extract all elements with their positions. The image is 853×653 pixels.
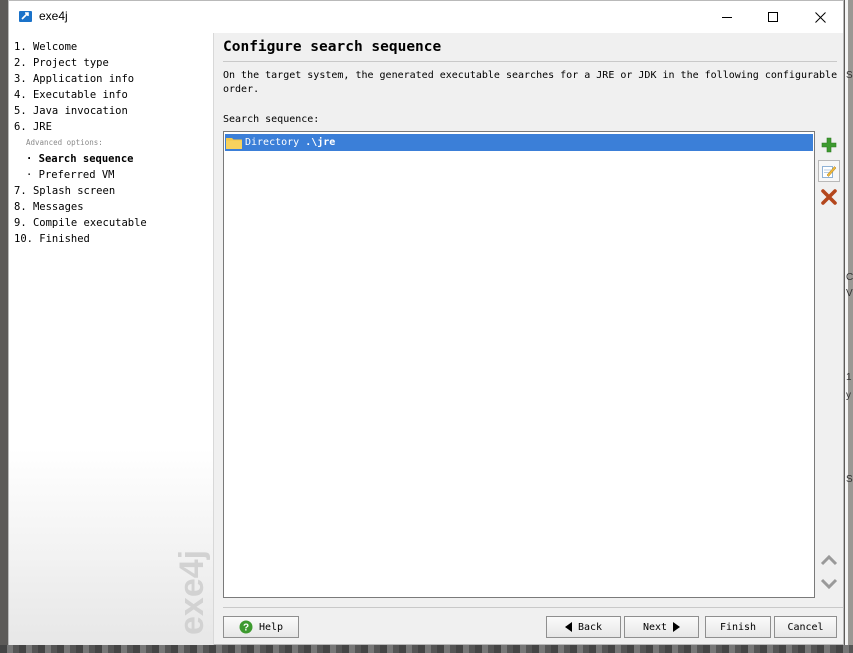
desktop-text: y <box>846 390 851 401</box>
steps-sidebar: 1. Welcome 2. Project type 3. Applicatio… <box>9 33 213 645</box>
wizard-window: exe4j 1. Welcome 2. Project type 3. Appl… <box>8 0 844 645</box>
step-jre[interactable]: 6. JRE <box>14 119 147 135</box>
entry-type: Directory <box>245 137 300 148</box>
step-finished[interactable]: 10. Finished <box>14 231 147 247</box>
minimize-button[interactable] <box>704 1 750 33</box>
close-button[interactable] <box>797 1 843 33</box>
exe4j-watermark: exe4j <box>173 550 211 635</box>
step-messages[interactable]: 8. Messages <box>14 199 147 215</box>
next-label: Next <box>642 621 668 633</box>
maximize-icon <box>768 12 778 22</box>
help-label: Help <box>258 621 284 633</box>
list-item[interactable]: Directory .\jre <box>225 134 813 151</box>
svg-text:?: ? <box>243 623 249 634</box>
move-up-button[interactable] <box>818 549 840 571</box>
finish-button[interactable]: Finish <box>705 616 771 638</box>
desktop-text: 1 <box>846 372 852 383</box>
button-bar-separator <box>223 607 843 608</box>
entry-path: .\jre <box>305 137 336 148</box>
step-application-info[interactable]: 3. Application info <box>14 71 147 87</box>
desktop-text: S <box>846 70 853 81</box>
desktop-background <box>845 0 853 653</box>
back-label: Back <box>577 621 603 633</box>
substep-preferred-vm[interactable]: · Preferred VM <box>14 167 147 183</box>
remove-entry-button[interactable] <box>818 186 840 208</box>
step-executable-info[interactable]: 4. Executable info <box>14 87 147 103</box>
maximize-button[interactable] <box>750 1 796 33</box>
step-compile-executable[interactable]: 9. Compile executable <box>14 215 147 231</box>
move-down-button[interactable] <box>818 573 840 595</box>
add-entry-button[interactable] <box>818 134 840 156</box>
desktop-text: V <box>846 288 853 299</box>
title-separator <box>223 61 837 62</box>
cancel-button[interactable]: Cancel <box>774 616 837 638</box>
add-icon <box>821 137 837 153</box>
help-icon: ? <box>239 620 253 634</box>
cancel-label: Cancel <box>787 621 824 633</box>
move-down-icon <box>820 578 838 590</box>
substep-search-sequence[interactable]: · Search sequence <box>14 151 147 167</box>
edit-icon <box>822 166 837 178</box>
folder-icon <box>226 136 242 149</box>
back-button[interactable]: Back <box>546 616 621 638</box>
desktop-text: C <box>846 272 853 283</box>
step-project-type[interactable]: 2. Project type <box>14 55 147 71</box>
watermark-text: exe4j <box>173 550 211 635</box>
pane-divider <box>213 33 214 645</box>
taskbar-remnant <box>0 645 853 653</box>
step-java-invocation[interactable]: 5. Java invocation <box>14 103 147 119</box>
back-arrow-icon <box>564 622 572 632</box>
exe4j-app-icon <box>19 11 32 22</box>
search-sequence-label: Search sequence: <box>223 114 320 125</box>
remove-icon <box>821 189 837 205</box>
edit-entry-button[interactable] <box>818 160 840 182</box>
close-icon <box>814 11 826 23</box>
window-title: exe4j <box>39 9 68 23</box>
next-button[interactable]: Next <box>624 616 699 638</box>
search-sequence-list[interactable]: Directory .\jre <box>223 131 815 598</box>
page-title: Configure search sequence <box>223 39 442 55</box>
advanced-options-label: Advanced options: <box>26 138 103 147</box>
help-button[interactable]: ? Help <box>223 616 299 638</box>
page-description: On the target system, the generated exec… <box>223 70 838 95</box>
next-arrow-icon <box>673 622 681 632</box>
move-up-icon <box>820 554 838 566</box>
step-splash-screen[interactable]: 7. Splash screen <box>14 183 147 199</box>
desktop-text: S <box>846 474 853 485</box>
step-welcome[interactable]: 1. Welcome <box>14 39 147 55</box>
title-bar[interactable]: exe4j <box>9 1 843 33</box>
finish-label: Finish <box>719 621 757 633</box>
minimize-icon <box>722 17 732 18</box>
